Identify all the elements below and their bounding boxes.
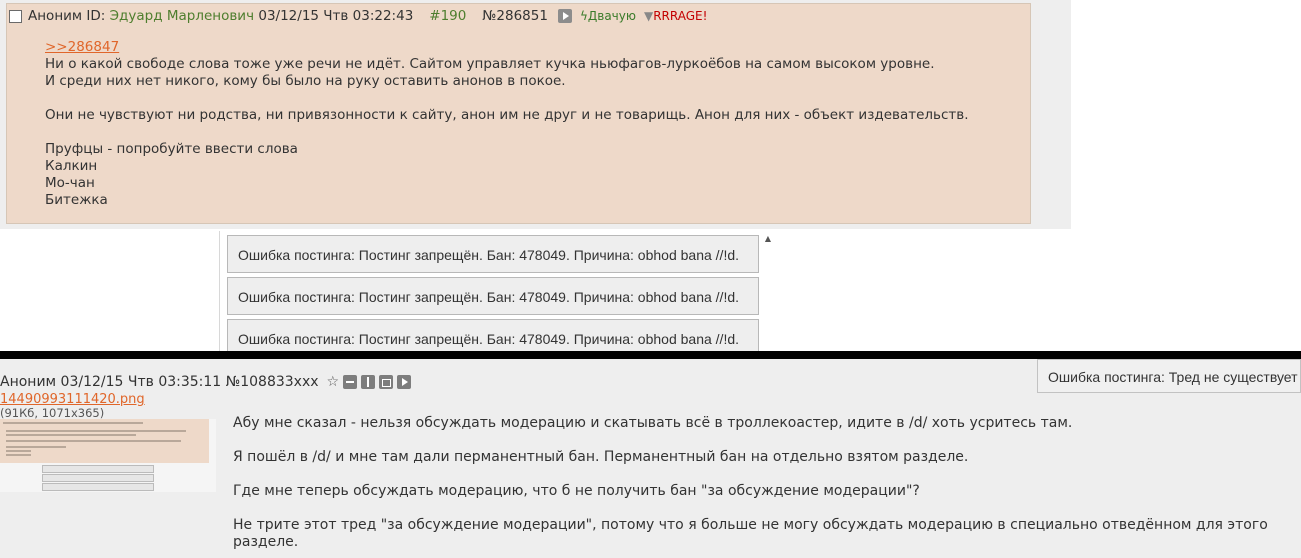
post-line: Ни о какой свободе слова тоже уже речи н…: [45, 56, 935, 72]
post-body: >>286847 Ни о какой свободе слова тоже у…: [45, 39, 969, 209]
post-author-name: Аноним ID:: [28, 8, 106, 24]
thumbnail-error-line: [42, 465, 154, 473]
thumbnail-error-line: [42, 474, 154, 482]
expand-play-icon[interactable]: [557, 9, 572, 23]
thumbnail-error-line: [42, 483, 154, 491]
post-line: [45, 90, 969, 107]
side-error-popup[interactable]: Ошибка постинга: Тред не существует: [1037, 359, 1301, 393]
image-divider: [0, 351, 1301, 359]
thumbnail-post-preview: [0, 419, 209, 463]
post-paragraph: Не трите этот тред "за обсуждение модера…: [233, 517, 1268, 550]
post-date: 03/12/15 Чтв 03:22:43: [258, 8, 414, 24]
play-icon[interactable]: [397, 375, 412, 389]
image-search-icon[interactable]: [379, 375, 394, 389]
expand-thread-icon[interactable]: [361, 375, 376, 389]
post-number[interactable]: №286851: [482, 8, 548, 24]
favorite-star-icon[interactable]: ☆: [327, 374, 340, 390]
post-line: Калкин: [45, 158, 98, 174]
post-paragraph: Я пошёл в /d/ и мне там дали перманентны…: [233, 449, 969, 465]
bottom-screenshot-area: Аноним 03/12/15 Чтв 03:35:11 №108833xxx …: [0, 359, 1301, 558]
post-line: Битежка: [45, 192, 108, 208]
scroll-up-arrow-icon[interactable]: ▲: [765, 234, 771, 243]
post-select-checkbox[interactable]: [9, 9, 22, 23]
thumbs-down-icon: ▼: [643, 9, 654, 23]
top-screenshot-area: Аноним ID: Эдуард Марленович 03/12/15 Чт…: [0, 0, 1071, 229]
error-popup[interactable]: Ошибка постинга: Постинг запрещён. Бан: …: [227, 277, 759, 315]
post-286851: Аноним ID: Эдуард Марленович 03/12/15 Чт…: [6, 3, 1031, 224]
post-index: #190: [429, 8, 467, 24]
post-header: Аноним 03/12/15 Чтв 03:35:11 №108833xxx …: [0, 373, 412, 391]
post-line: Мо-чан: [45, 175, 95, 191]
error-popup[interactable]: Ошибка постинга: Постинг запрещён. Бан: …: [227, 235, 759, 273]
post-line: Они не чувствуют ни родства, ни привязон…: [45, 107, 969, 123]
post-paragraph: Абу мне сказал - нельзя обсуждать модера…: [233, 415, 1073, 431]
rrrage-link[interactable]: RRRAGE!: [653, 9, 707, 23]
post-line: [45, 124, 969, 141]
reply-link[interactable]: >>286847: [45, 39, 119, 55]
dvachuyu-lightning-icon: ϟ: [579, 9, 588, 23]
error-popup-panel: Ошибка постинга: Постинг запрещён. Бан: …: [219, 231, 772, 357]
post-body: Абу мне сказал - нельзя обсуждать модера…: [233, 415, 1273, 558]
hide-post-icon[interactable]: [343, 375, 358, 389]
attached-file-meta: (91Кб, 1071x365): [0, 406, 105, 420]
dvachuyu-link[interactable]: Двачую: [588, 9, 636, 23]
attached-file-link[interactable]: 14490993111420.png: [0, 392, 145, 407]
attached-image-thumbnail[interactable]: [0, 419, 216, 492]
post-paragraph: Где мне теперь обсуждать модерацию, что …: [233, 483, 920, 499]
post-line: Пруфцы - попробуйте ввести слова: [45, 141, 298, 157]
post-header: Аноним ID: Эдуард Марленович 03/12/15 Чт…: [9, 8, 707, 24]
post-line: И среди них нет никого, кому бы было на …: [45, 73, 566, 89]
post-author-id: Эдуард Марленович: [109, 8, 255, 24]
post-header-text: Аноним 03/12/15 Чтв 03:35:11 №108833xxx: [0, 374, 319, 390]
